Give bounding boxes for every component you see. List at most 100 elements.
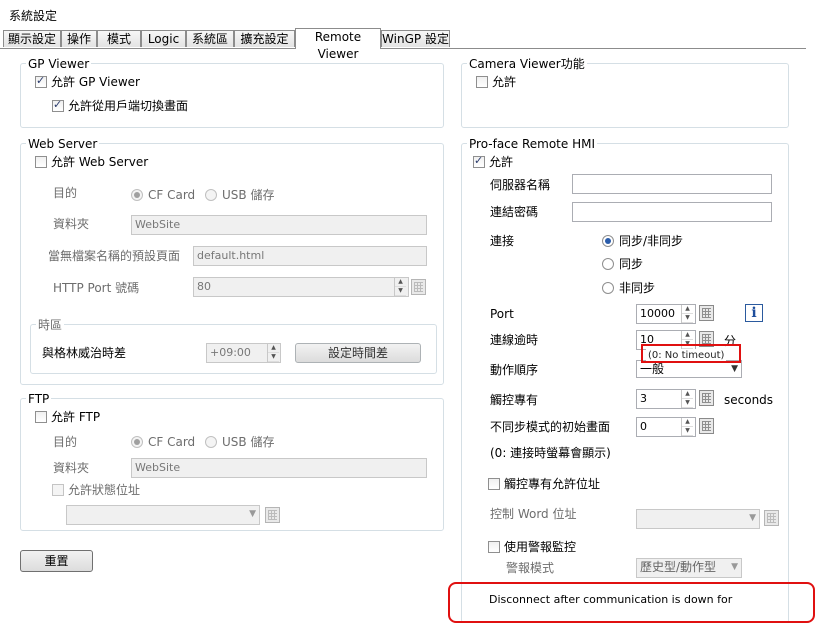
timeout-label: 連線逾時 xyxy=(490,333,539,347)
server-name-input[interactable] xyxy=(572,174,772,194)
tab-system-area[interactable]: 系統區 xyxy=(186,30,234,47)
web-usb-label: USB 儲存 xyxy=(222,188,275,202)
exclusive-unit: seconds xyxy=(724,393,774,407)
camera-viewer-legend: Camera Viewer功能 xyxy=(467,57,587,71)
web-folder-label: 資料夾 xyxy=(53,217,90,231)
ftp-cf-card-label: CF Card xyxy=(148,435,196,449)
http-port-spinner[interactable]: ▲ ▼ xyxy=(394,278,406,296)
set-time-diff-button[interactable]: 設定時間差 xyxy=(295,343,421,363)
allow-remote-hmi-label: 允許 xyxy=(489,155,514,169)
highlight-box-disconnect xyxy=(448,582,815,623)
allow-gp-viewer-checkbox[interactable] xyxy=(35,74,47,88)
tab-wingp-settings[interactable]: WinGP 設定 xyxy=(381,30,450,47)
chevron-down-icon: ▼ xyxy=(731,364,738,374)
allow-web-server-label: 允許 Web Server xyxy=(51,155,149,169)
spin-up-icon[interactable]: ▲ xyxy=(268,344,279,353)
spin-up-icon[interactable]: ▲ xyxy=(682,331,693,340)
gmt-offset-spinner[interactable]: ▲ ▼ xyxy=(267,344,279,362)
spin-down-icon[interactable]: ▼ xyxy=(395,287,406,296)
status-address-keypad-icon[interactable] xyxy=(265,507,280,523)
tab-remote-viewer[interactable]: Remote Viewer xyxy=(295,28,381,61)
camera-viewer-group xyxy=(461,63,789,128)
ftp-folder-label: 資料夾 xyxy=(53,461,90,475)
http-port-input[interactable]: 80 xyxy=(193,277,409,297)
alarm-monitor-label: 使用警報監控 xyxy=(504,540,577,554)
alarm-mode-value: 歷史型/動作型 xyxy=(640,560,717,574)
web-cf-card-label: CF Card xyxy=(148,188,196,202)
allow-camera-viewer-label: 允許 xyxy=(492,75,517,89)
action-order-value: 一般 xyxy=(640,362,665,376)
alarm-mode-combo[interactable]: 歷史型/動作型 ▼ xyxy=(636,558,742,578)
async-initial-screen-spinner[interactable]: ▲ ▼ xyxy=(681,418,693,436)
allow-ftp-checkbox[interactable] xyxy=(35,411,47,423)
info-icon[interactable]: i xyxy=(745,304,763,322)
alarm-mode-label: 警報模式 xyxy=(506,561,555,575)
web-cf-card-radio[interactable] xyxy=(131,189,143,201)
spin-down-icon[interactable]: ▼ xyxy=(682,314,693,323)
tab-mode[interactable]: 模式 xyxy=(97,30,141,47)
timezone-legend: 時區 xyxy=(36,318,65,332)
spin-down-icon[interactable]: ▼ xyxy=(268,353,279,362)
exclusive-label: 觸控專有 xyxy=(490,393,539,407)
default-page-label: 當無檔案名稱的預設頁面 xyxy=(48,249,181,263)
allow-client-switch-label: 允許從用戶端切換畫面 xyxy=(68,99,189,113)
allow-gp-viewer-label: 允許 GP Viewer xyxy=(51,75,140,89)
sync-radio[interactable] xyxy=(602,258,614,270)
gp-viewer-group xyxy=(20,63,444,128)
highlight-box-timeout xyxy=(641,344,741,363)
async-note: (0: 連接時螢幕會顯示) xyxy=(490,446,611,460)
reset-button[interactable]: 重置 xyxy=(20,550,93,572)
spin-up-icon[interactable]: ▲ xyxy=(682,390,693,399)
port-spinner[interactable]: ▲ ▼ xyxy=(681,305,693,323)
exclusive-address-checkbox[interactable] xyxy=(488,478,500,490)
control-word-keypad-icon[interactable] xyxy=(764,510,779,526)
web-server-legend: Web Server xyxy=(26,137,100,151)
ftp-folder-input[interactable]: WebSite xyxy=(131,458,427,478)
web-folder-input[interactable]: WebSite xyxy=(131,215,427,235)
exclusive-spinner[interactable]: ▲ ▼ xyxy=(681,390,693,408)
chevron-down-icon: ▼ xyxy=(749,513,756,523)
http-port-label: HTTP Port 號碼 xyxy=(53,281,140,295)
web-usb-radio[interactable] xyxy=(205,189,217,201)
allow-camera-viewer-checkbox[interactable] xyxy=(476,76,488,88)
ftp-legend: FTP xyxy=(26,392,52,406)
allow-remote-hmi-checkbox[interactable] xyxy=(473,154,485,168)
spin-down-icon[interactable]: ▼ xyxy=(682,427,693,436)
async-radio[interactable] xyxy=(602,282,614,294)
gmt-offset-label: 與格林威治時差 xyxy=(42,346,127,360)
ftp-cf-card-radio[interactable] xyxy=(131,436,143,448)
sync-async-radio[interactable] xyxy=(602,235,614,247)
port-label: Port xyxy=(490,307,514,321)
spin-up-icon[interactable]: ▲ xyxy=(682,305,693,314)
tab-extended-settings[interactable]: 擴充設定 xyxy=(234,30,295,47)
allow-status-address-checkbox[interactable] xyxy=(52,484,64,496)
default-page-input[interactable]: default.html xyxy=(193,246,427,266)
tab-display[interactable]: 顯示設定 xyxy=(3,30,61,47)
spin-up-icon[interactable]: ▲ xyxy=(395,278,406,287)
alarm-monitor-checkbox[interactable] xyxy=(488,541,500,553)
connection-password-label: 連結密碼 xyxy=(490,205,539,219)
exclusive-keypad-icon[interactable] xyxy=(699,390,714,406)
async-initial-screen-label: 不同步模式的初始畫面 xyxy=(490,420,611,434)
spin-down-icon[interactable]: ▼ xyxy=(682,399,693,408)
chevron-down-icon: ▼ xyxy=(731,562,738,572)
tab-strip: 顯示設定 操作 模式 Logic 系統區 擴充設定 Remote Viewer … xyxy=(0,28,806,61)
connection-label: 連接 xyxy=(490,234,515,248)
tab-operation[interactable]: 操作 xyxy=(61,30,97,47)
allow-status-address-label: 允許狀態位址 xyxy=(68,483,141,497)
async-label: 非同步 xyxy=(619,281,656,295)
control-word-combo[interactable]: ▼ xyxy=(636,509,760,529)
ftp-usb-label: USB 儲存 xyxy=(222,435,275,449)
allow-client-switch-checkbox[interactable] xyxy=(52,98,64,112)
ftp-destination-label: 目的 xyxy=(53,435,78,449)
tab-logic[interactable]: Logic xyxy=(141,30,186,47)
async-initial-screen-keypad-icon[interactable] xyxy=(699,418,714,434)
allow-web-server-checkbox[interactable] xyxy=(35,156,47,168)
port-keypad-icon[interactable] xyxy=(699,305,714,321)
connection-password-input[interactable] xyxy=(572,202,772,222)
status-address-combo[interactable]: ▼ xyxy=(66,505,260,525)
remote-hmi-legend: Pro-face Remote HMI xyxy=(467,137,597,151)
http-port-keypad-icon[interactable] xyxy=(411,279,426,295)
ftp-usb-radio[interactable] xyxy=(205,436,217,448)
spin-up-icon[interactable]: ▲ xyxy=(682,418,693,427)
